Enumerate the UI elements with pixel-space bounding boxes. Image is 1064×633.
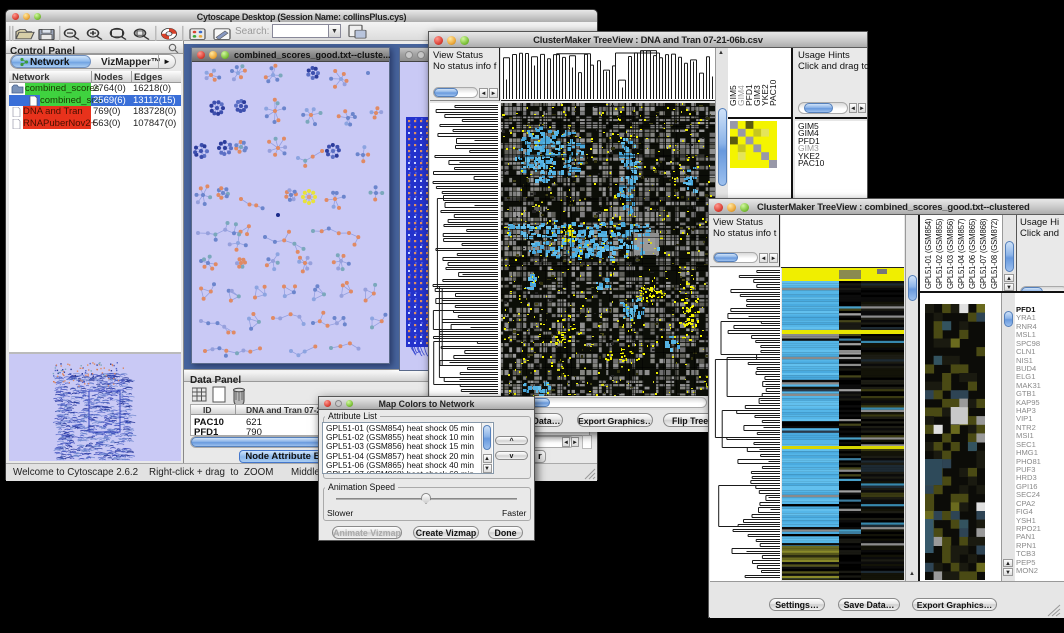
svg-text:PAC10: PAC10 — [768, 79, 778, 106]
svg-text:GPL51-06 (GSM865): GPL51-06 (GSM865) — [968, 218, 977, 289]
svg-text:GPL51-03 (GSM856): GPL51-03 (GSM856) — [946, 218, 955, 289]
svg-text:GPL51-01 (GSM854): GPL51-01 (GSM854) — [924, 218, 933, 289]
svg-text:GPL51-02 (GSM855): GPL51-02 (GSM855) — [935, 218, 944, 289]
svg-text:GPL51-08 (GSM872): GPL51-08 (GSM872) — [990, 218, 999, 289]
svg-text:GPL51-07 (GSM868): GPL51-07 (GSM868) — [979, 218, 988, 289]
svg-text:GPL51-04 (GSM857): GPL51-04 (GSM857) — [957, 218, 966, 289]
